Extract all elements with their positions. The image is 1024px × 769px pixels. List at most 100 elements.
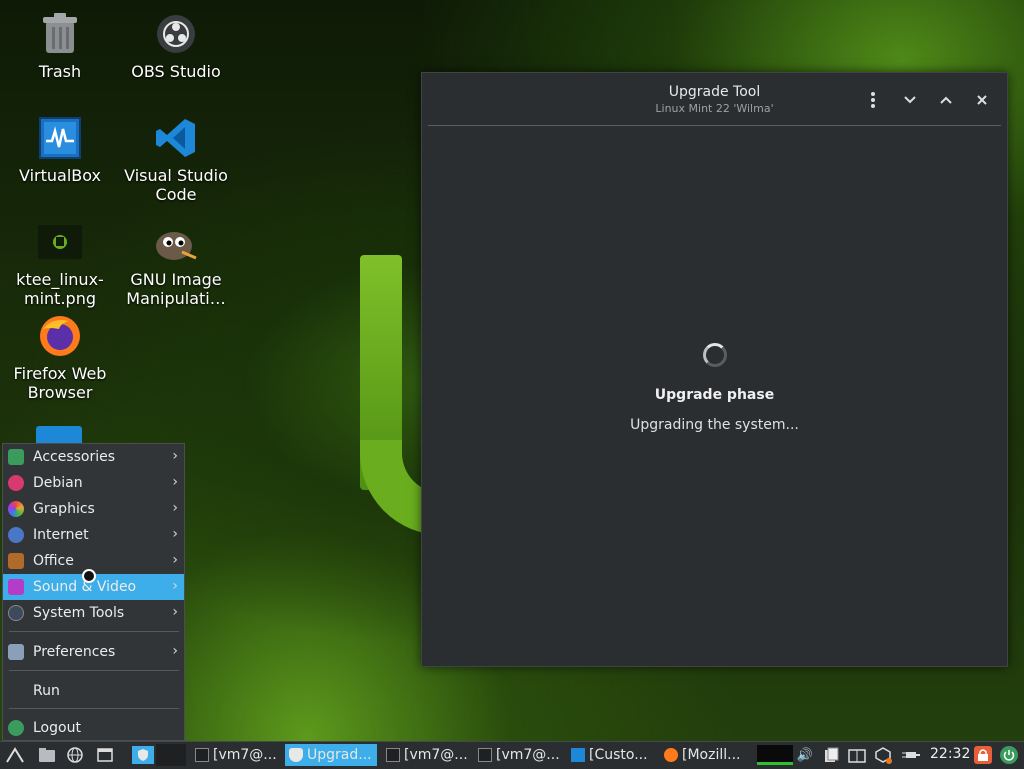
package-icon (848, 749, 866, 763)
start-menu-button[interactable] (6, 746, 24, 764)
phase-heading: Upgrade phase (654, 387, 775, 403)
desktop-icon (97, 748, 113, 762)
lock-screen-button[interactable] (974, 746, 992, 764)
chevron-right-icon: › (172, 526, 178, 542)
chevron-right-icon: › (172, 604, 178, 620)
desktop-icon-virtualbox[interactable]: VirtualBox (4, 116, 116, 185)
desktop-icon-label: Trash (38, 62, 82, 81)
trash-icon (38, 12, 82, 56)
loading-spinner-icon (702, 343, 727, 367)
power-icon (1003, 750, 1015, 761)
task-label: Upgrad... (307, 747, 372, 763)
taskbar-task[interactable]: [vm7@... (191, 744, 279, 766)
upgrade-tool-window: Upgrade Tool Linux Mint 22 'Wilma' Upgra… (421, 72, 1008, 667)
taskbar-task[interactable]: [Custo... (567, 744, 655, 766)
menu-item-debian[interactable]: Debian › (3, 470, 184, 496)
desktop-icon-trash[interactable]: Trash (4, 12, 116, 81)
task-label: [vm7@... (213, 747, 277, 763)
terminal-icon (478, 748, 492, 762)
taskbar-task-active[interactable]: Upgrad... (285, 744, 377, 766)
minimize-button[interactable] (897, 87, 923, 113)
volume-icon[interactable]: 🔊 (796, 746, 814, 764)
shield-icon (138, 749, 148, 761)
terminal-icon (195, 748, 209, 762)
taskbar-task[interactable]: [vm7@... (474, 744, 562, 766)
menu-logo-icon (6, 747, 24, 763)
menu-item-label: Internet (33, 527, 89, 543)
taskbar-task[interactable]: [Mozill... (660, 744, 746, 766)
taskbar: [vm7@... Upgrad... [vm7@... [vm7@... [Cu… (0, 741, 1024, 769)
start-menu: Accessories › Debian › Graphics › Intern… (2, 443, 185, 741)
desktop-icon-label: ktee_linux-mint.png (16, 270, 104, 308)
chevron-right-icon: › (172, 500, 178, 516)
menu-item-system-tools[interactable]: System Tools › (3, 600, 184, 626)
desktop-icon-label: Firefox Web Browser (13, 364, 107, 402)
menu-item-preferences[interactable]: Preferences › (3, 639, 184, 665)
plug-glyph (902, 752, 920, 758)
phase-status: Upgrading the system... (630, 417, 799, 433)
lock-icon (978, 749, 988, 761)
window-icon (571, 748, 585, 762)
window-titlebar[interactable]: Upgrade Tool Linux Mint 22 'Wilma' (428, 73, 1001, 126)
image-file-icon (38, 220, 82, 264)
clipboard-glyph (825, 747, 839, 762)
firefox-icon (38, 314, 82, 358)
menu-separator (9, 670, 179, 671)
desktop-icon-gimp[interactable]: GNU Image Manipulati… (120, 220, 232, 308)
virtualbox-icon (38, 116, 82, 160)
menu-item-label: Accessories (33, 449, 116, 465)
desktop-icon-image-file[interactable]: ktee_linux-mint.png (4, 220, 116, 308)
update-manager-icon[interactable] (848, 746, 866, 764)
system-tools-icon (8, 605, 24, 621)
show-desktop-button[interactable] (96, 746, 114, 764)
clipboard-icon[interactable] (822, 746, 840, 764)
file-manager-launcher[interactable] (38, 746, 56, 764)
browser-launcher[interactable] (66, 746, 84, 764)
task-label: [vm7@... (404, 747, 468, 763)
desktop-icon-label: Visual Studio Code (124, 166, 228, 204)
menu-item-logout[interactable]: Logout (3, 715, 184, 741)
menu-item-label: Debian (33, 475, 83, 491)
desktop-icon-partial[interactable] (36, 426, 82, 444)
clock[interactable]: 22:32 (930, 746, 970, 762)
folder-icon (39, 748, 55, 762)
workspace-switcher[interactable] (132, 746, 154, 764)
logout-button[interactable] (1000, 746, 1018, 764)
network-icon[interactable] (874, 746, 892, 764)
chevron-right-icon: › (172, 578, 178, 594)
cpu-monitor-graph[interactable] (757, 745, 793, 765)
desktop-icon-firefox[interactable]: Firefox Web Browser (4, 314, 116, 402)
close-icon (977, 95, 987, 105)
menu-separator (9, 631, 179, 632)
debian-icon (8, 475, 24, 491)
taskbar-task[interactable]: [vm7@... (382, 744, 468, 766)
power-plug-icon[interactable] (902, 746, 920, 764)
chevron-up-icon (940, 96, 952, 104)
menu-item-graphics[interactable]: Graphics › (3, 496, 184, 522)
obs-icon (154, 12, 198, 56)
office-icon (8, 553, 24, 569)
menu-item-internet[interactable]: Internet › (3, 522, 184, 548)
menu-separator (9, 708, 179, 709)
gimp-icon (154, 220, 198, 264)
sound-video-icon (8, 579, 24, 595)
menu-item-run[interactable]: Run (3, 678, 184, 704)
desktop-icon-label: VirtualBox (18, 166, 102, 185)
close-button[interactable] (969, 87, 995, 113)
task-label: [Custo... (589, 747, 648, 763)
menu-item-accessories[interactable]: Accessories › (3, 444, 184, 470)
menu-item-label: Graphics (33, 501, 95, 517)
vscode-icon (154, 116, 198, 160)
maximize-button[interactable] (933, 87, 959, 113)
menu-kebab-button[interactable] (860, 87, 886, 113)
menu-item-label: Logout (33, 720, 81, 736)
desktop-icon-label: GNU Image Manipulati… (126, 270, 226, 308)
globe-icon (67, 747, 83, 763)
terminal-icon (386, 748, 400, 762)
desktop-icon-vscode[interactable]: Visual Studio Code (120, 116, 232, 204)
preferences-icon (8, 644, 24, 660)
desktop-icon-obs[interactable]: OBS Studio (120, 12, 232, 81)
menu-item-label: System Tools (33, 605, 125, 621)
workspace-slot[interactable] (156, 744, 186, 766)
accessories-icon (8, 449, 24, 465)
